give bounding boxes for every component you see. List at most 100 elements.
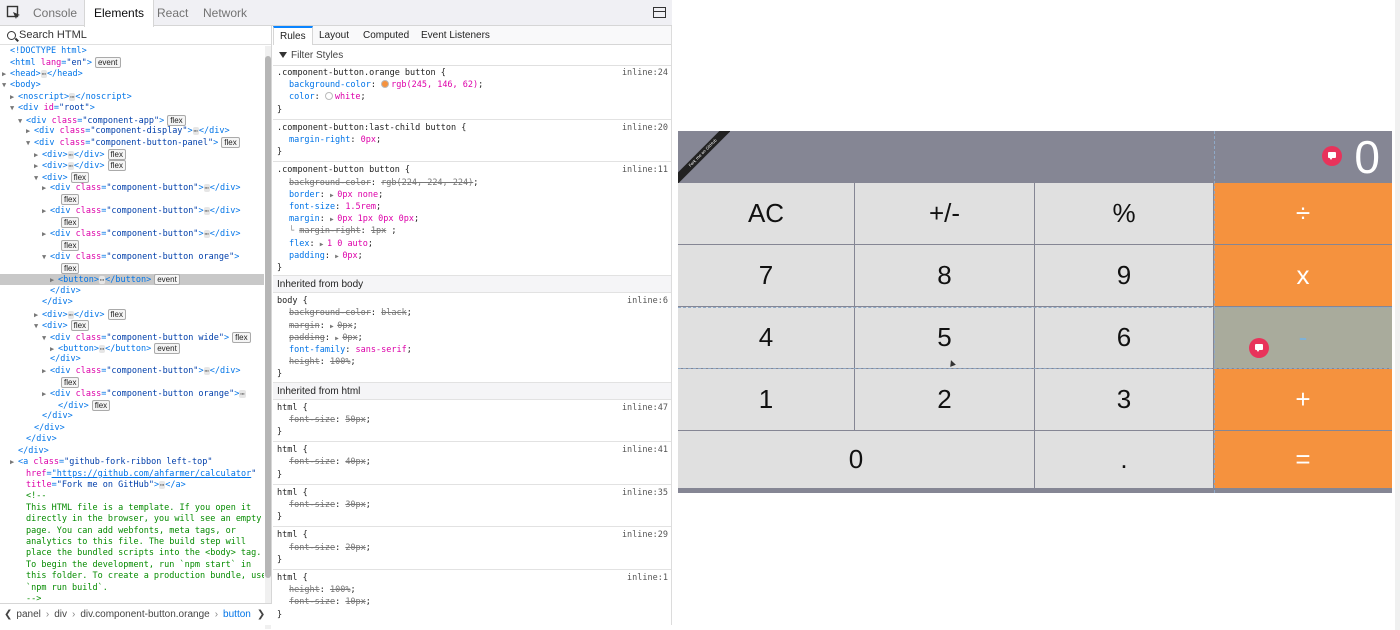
markup-node[interactable]: ▶ <head>⋯</head> — [0, 69, 264, 80]
css-declaration[interactable]: margin: ▶ 0px 1px 0px 0px; — [273, 213, 671, 225]
property-value[interactable]: 0px — [361, 135, 376, 145]
github-fork-ribbon[interactable]: Fork me on GitHub — [678, 131, 730, 183]
markup-comment-line[interactable]: this folder. To create a production bund… — [0, 571, 264, 582]
filter-styles-input[interactable] — [291, 49, 491, 61]
expand-twisty-icon[interactable]: ▶ — [34, 310, 42, 321]
css-declaration[interactable]: color: white; — [273, 91, 671, 103]
markup-node[interactable]: ▶ <div class="component-button">⋯</div> — [0, 229, 264, 240]
markup-node[interactable]: </div> — [0, 446, 264, 457]
calc-button-3[interactable]: 3 — [1035, 369, 1214, 431]
calc-button-9[interactable]: 9 — [1035, 245, 1214, 307]
property-name[interactable]: padding — [289, 251, 325, 261]
markup-node[interactable]: ▼ <div class="component-button orange"> — [0, 252, 264, 263]
rule-selector[interactable]: html {inline:1 — [273, 572, 671, 584]
calc-button-5[interactable]: 5 — [855, 307, 1035, 369]
property-value[interactable]: white — [335, 92, 361, 102]
expand-twisty-icon[interactable]: ▶ — [50, 275, 58, 286]
markup-node[interactable]: ▶ <div class="component-button">⋯</div> — [0, 366, 264, 377]
markup-node[interactable]: ▶ <a class="github-fork-ribbon left-top" — [0, 457, 264, 468]
page-scrollbar[interactable] — [1395, 0, 1400, 630]
expand-ellipsis-icon[interactable]: ⋯ — [239, 389, 246, 398]
property-name[interactable]: border — [289, 190, 320, 200]
rule-source-link[interactable]: inline:24 — [622, 67, 668, 79]
property-value[interactable]: rgb(224, 224, 224) — [381, 178, 473, 188]
collapse-twisty-icon[interactable]: ▼ — [34, 173, 42, 184]
markup-scrollbar[interactable] — [265, 46, 271, 629]
css-declaration[interactable]: background-color: rgb(245, 146, 62); — [273, 79, 671, 91]
rule-selector[interactable]: html {inline:35 — [273, 487, 671, 499]
collapse-twisty-icon[interactable]: ▼ — [26, 138, 34, 149]
calc-button-negate[interactable]: +/- — [855, 183, 1035, 245]
property-name[interactable]: margin — [289, 214, 320, 224]
markup-node[interactable]: href="https://github.com/ahfarmer/calcul… — [0, 469, 264, 480]
css-declaration[interactable]: font-size: 20px; — [273, 542, 671, 554]
markup-node[interactable]: ▶ <div class="component-button">⋯</div> — [0, 183, 264, 194]
markup-node[interactable]: ▼ <div class="component-app"> flex — [0, 114, 264, 126]
property-name[interactable]: font-size — [289, 500, 335, 510]
markup-comment-line[interactable]: place the bundled scripts into the <body… — [0, 548, 264, 559]
markup-node[interactable]: ▶ <noscript>⋯</noscript> — [0, 92, 264, 103]
rule-source-link[interactable]: inline:47 — [622, 402, 668, 414]
rules-tab-rules[interactable]: Rules — [273, 26, 313, 45]
property-name[interactable]: background-color — [289, 80, 371, 90]
property-value[interactable]: 50px — [345, 415, 365, 425]
markup-comment-line[interactable]: directly in the browser, you will see an… — [0, 514, 264, 525]
rule-source-link[interactable]: inline:41 — [622, 444, 668, 456]
property-value[interactable]: 0px — [337, 321, 352, 331]
dock-layout-icon[interactable] — [653, 7, 666, 18]
markup-badge[interactable]: flex — [70, 171, 90, 183]
markup-badge[interactable]: flex — [107, 148, 126, 160]
rule-source-link[interactable]: inline:11 — [622, 164, 668, 176]
breadcrumb-item[interactable]: panel — [16, 609, 40, 620]
markup-node[interactable]: flex — [0, 262, 264, 274]
css-declaration[interactable]: font-size: 1.5rem; — [273, 201, 671, 213]
property-name[interactable]: color — [289, 92, 315, 102]
markup-node[interactable]: <!DOCTYPE html> — [0, 46, 264, 57]
collapse-twisty-icon[interactable]: ▼ — [10, 103, 18, 114]
markup-node[interactable]: ▼ <div class="component-button wide"> flex — [0, 331, 264, 344]
markup-badge[interactable]: flex — [61, 194, 80, 206]
markup-node[interactable]: ▶ <div>⋯</div> flex — [0, 148, 264, 160]
markup-node[interactable]: flex — [0, 194, 264, 206]
property-name[interactable]: height — [289, 585, 320, 595]
markup-badge[interactable]: event — [154, 274, 180, 286]
calc-button-divide[interactable]: ÷ — [1214, 183, 1392, 245]
property-value[interactable]: 1.5rem — [345, 202, 376, 212]
color-swatch-icon[interactable] — [324, 92, 333, 101]
markup-node[interactable]: </div> — [0, 434, 264, 445]
markup-badge[interactable]: flex — [232, 331, 251, 343]
markup-badge[interactable]: flex — [70, 320, 90, 332]
markup-badge[interactable]: flex — [61, 217, 80, 229]
calc-button-minus[interactable]: - — [1214, 307, 1392, 369]
expand-twisty-icon[interactable]: ▶ — [34, 161, 42, 172]
tab-react[interactable]: React — [148, 0, 197, 26]
rule-source-link[interactable]: inline:29 — [622, 529, 668, 541]
css-declaration[interactable]: padding: ▶ 0px; — [273, 332, 671, 344]
markup-node[interactable]: ▶ <div class="component-button">⋯</div> — [0, 206, 264, 217]
property-value[interactable]: 20px — [345, 543, 365, 553]
rule-source-link[interactable]: inline:6 — [627, 295, 668, 307]
markup-node[interactable]: flex — [0, 217, 264, 229]
color-swatch-icon[interactable] — [381, 80, 390, 89]
search-html-input[interactable] — [19, 29, 239, 41]
rules-tab-event-listeners[interactable]: Event Listeners — [415, 26, 496, 45]
property-name[interactable]: font-size — [289, 597, 335, 607]
rules-tab-layout[interactable]: Layout — [313, 26, 355, 45]
expand-twisty-icon[interactable]: ▶ — [10, 457, 18, 468]
property-name[interactable]: margin-right — [299, 226, 360, 236]
rule-selector[interactable]: .component-button:last-child button {inl… — [273, 122, 671, 134]
breadcrumb-item[interactable]: button — [223, 609, 251, 620]
collapse-twisty-icon[interactable]: ▼ — [42, 333, 50, 344]
markup-badge[interactable]: flex — [61, 377, 80, 389]
property-value[interactable]: 100% — [330, 585, 350, 595]
property-name[interactable]: font-size — [289, 457, 335, 467]
comment-bubble-icon[interactable] — [1249, 338, 1269, 358]
expand-shorthand-icon[interactable]: ▶ — [320, 241, 327, 248]
expand-twisty-icon[interactable]: ▶ — [10, 92, 18, 103]
markup-node[interactable]: </div> — [0, 297, 264, 308]
markup-badge[interactable]: flex — [221, 137, 240, 149]
expand-twisty-icon[interactable]: ▶ — [26, 126, 34, 137]
property-value[interactable]: 1 0 auto — [327, 239, 368, 249]
css-declaration[interactable]: height: 100%; — [273, 584, 671, 596]
rule-selector[interactable]: html {inline:29 — [273, 529, 671, 541]
